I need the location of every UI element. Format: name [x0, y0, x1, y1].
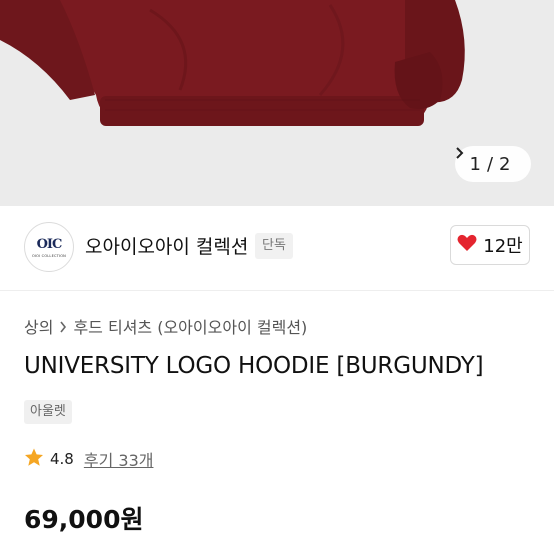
brand-logo-sub: OIOI COLLECTION: [32, 253, 66, 258]
gallery-pager[interactable]: 1 / 2: [455, 146, 531, 182]
brand-logo[interactable]: OIC OIOI COLLECTION: [24, 222, 74, 272]
like-button[interactable]: 12만: [450, 225, 530, 265]
page-separator: /: [486, 153, 494, 175]
divider: [0, 290, 554, 291]
current-page: 1: [469, 153, 481, 175]
product-image-gallery[interactable]: 1 / 2: [0, 0, 554, 206]
breadcrumb-category[interactable]: 상의: [24, 314, 53, 338]
rating-value: 4.8: [50, 450, 74, 468]
brand-logo-mark: OIC: [36, 236, 63, 252]
breadcrumb-subcategory[interactable]: 후드 티셔츠 (오아이오아이 컬렉션): [73, 314, 307, 338]
heart-icon: [457, 234, 477, 256]
exclusive-badge: 단독: [255, 233, 293, 259]
reviews-link[interactable]: 후기 33개: [84, 447, 154, 471]
product-title: UNIVERSITY LOGO HOODIE [BURGUNDY]: [24, 353, 484, 379]
brand-name[interactable]: 오아이오아이 컬렉션: [85, 232, 248, 259]
like-count: 12만: [483, 236, 523, 257]
star-icon: [24, 448, 44, 471]
chevron-right-icon: [59, 318, 67, 337]
breadcrumb: 상의 후드 티셔츠 (오아이오아이 컬렉션): [24, 314, 307, 338]
rating-row: 4.8 후기 33개: [24, 447, 153, 471]
outlet-tag: 아울렛: [24, 400, 72, 424]
total-pages: 2: [499, 153, 511, 175]
product-price: 69,000원: [24, 505, 144, 534]
